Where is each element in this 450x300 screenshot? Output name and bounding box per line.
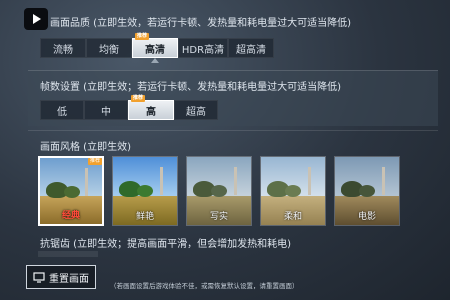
style-option-cinematic[interactable]: 电影 <box>334 156 400 226</box>
thumbnail-tree <box>211 185 227 197</box>
recommended-tag: 推荐 <box>131 95 146 102</box>
style-caption: 柔和 <box>283 212 302 222</box>
thumbnail-tower <box>85 168 88 196</box>
section-divider <box>28 130 438 131</box>
thumbnail-tower <box>308 167 311 195</box>
thumbnail-tree <box>64 186 80 198</box>
thumbnail-tower <box>382 167 385 195</box>
frame-rate-heading: 帧数设置 (立即生效；若运行卡顿、发热量和耗电量过大可适当降低) <box>40 82 341 93</box>
app-badge-icon[interactable] <box>24 8 48 30</box>
frame-option-low[interactable]: 低 <box>40 100 84 120</box>
style-heading: 画面风格 (立即生效) <box>40 142 131 153</box>
style-option-realistic[interactable]: 写实 <box>186 156 252 226</box>
style-option-soft[interactable]: 柔和 <box>260 156 326 226</box>
quality-option-smooth[interactable]: 流畅 <box>40 38 86 58</box>
frame-option-medium[interactable]: 中 <box>84 100 128 120</box>
recommended-tag: 推荐 <box>135 33 150 40</box>
style-caption: 鲜艳 <box>135 212 154 222</box>
thumbnail-tree <box>137 185 153 197</box>
antialias-heading: 抗锯齿 (立即生效；提高画面平滑，但会增加发热和耗电) <box>40 239 291 250</box>
style-caption: 经典 <box>61 211 80 221</box>
style-option-classic[interactable]: 推荐 经典 <box>38 156 104 226</box>
reset-screen-button[interactable]: 重置画面 <box>26 265 96 289</box>
reset-note: （若画面设置后游戏体验不佳，或需恢复默认设置，请重置画面） <box>110 282 299 290</box>
thumbnail-tower <box>160 167 163 195</box>
quality-option-uhd[interactable]: 超高清 <box>228 38 274 58</box>
thumbnail-tower <box>234 167 237 195</box>
quality-heading: 画面品质 (立即生效，若运行卡顿、发热量和耗电量过大可适当降低) <box>50 18 351 29</box>
frame-rate-options: 低 中 推荐 高 超高 <box>40 95 218 120</box>
antialias-options-partial <box>38 251 98 257</box>
reset-screen-icon <box>33 272 45 283</box>
quality-options: 流畅 均衡 推荐 高清 HDR高清 超高清 <box>40 33 274 63</box>
style-caption: 电影 <box>357 212 376 222</box>
style-caption: 写实 <box>209 212 228 222</box>
thumbnail-tree <box>285 185 301 197</box>
thumbnail-tree <box>359 185 375 197</box>
frame-option-ultra[interactable]: 超高 <box>174 100 218 120</box>
selection-pointer <box>151 58 159 63</box>
quality-option-balanced[interactable]: 均衡 <box>86 38 132 58</box>
style-option-vivid[interactable]: 鲜艳 <box>112 156 178 226</box>
quality-option-hdr[interactable]: HDR高清 <box>178 38 228 58</box>
play-icon <box>33 14 41 24</box>
frame-option-high[interactable]: 推荐 高 <box>128 95 174 120</box>
recommended-tag: 推荐 <box>87 158 102 165</box>
quality-option-hd[interactable]: 推荐 高清 <box>132 33 178 63</box>
